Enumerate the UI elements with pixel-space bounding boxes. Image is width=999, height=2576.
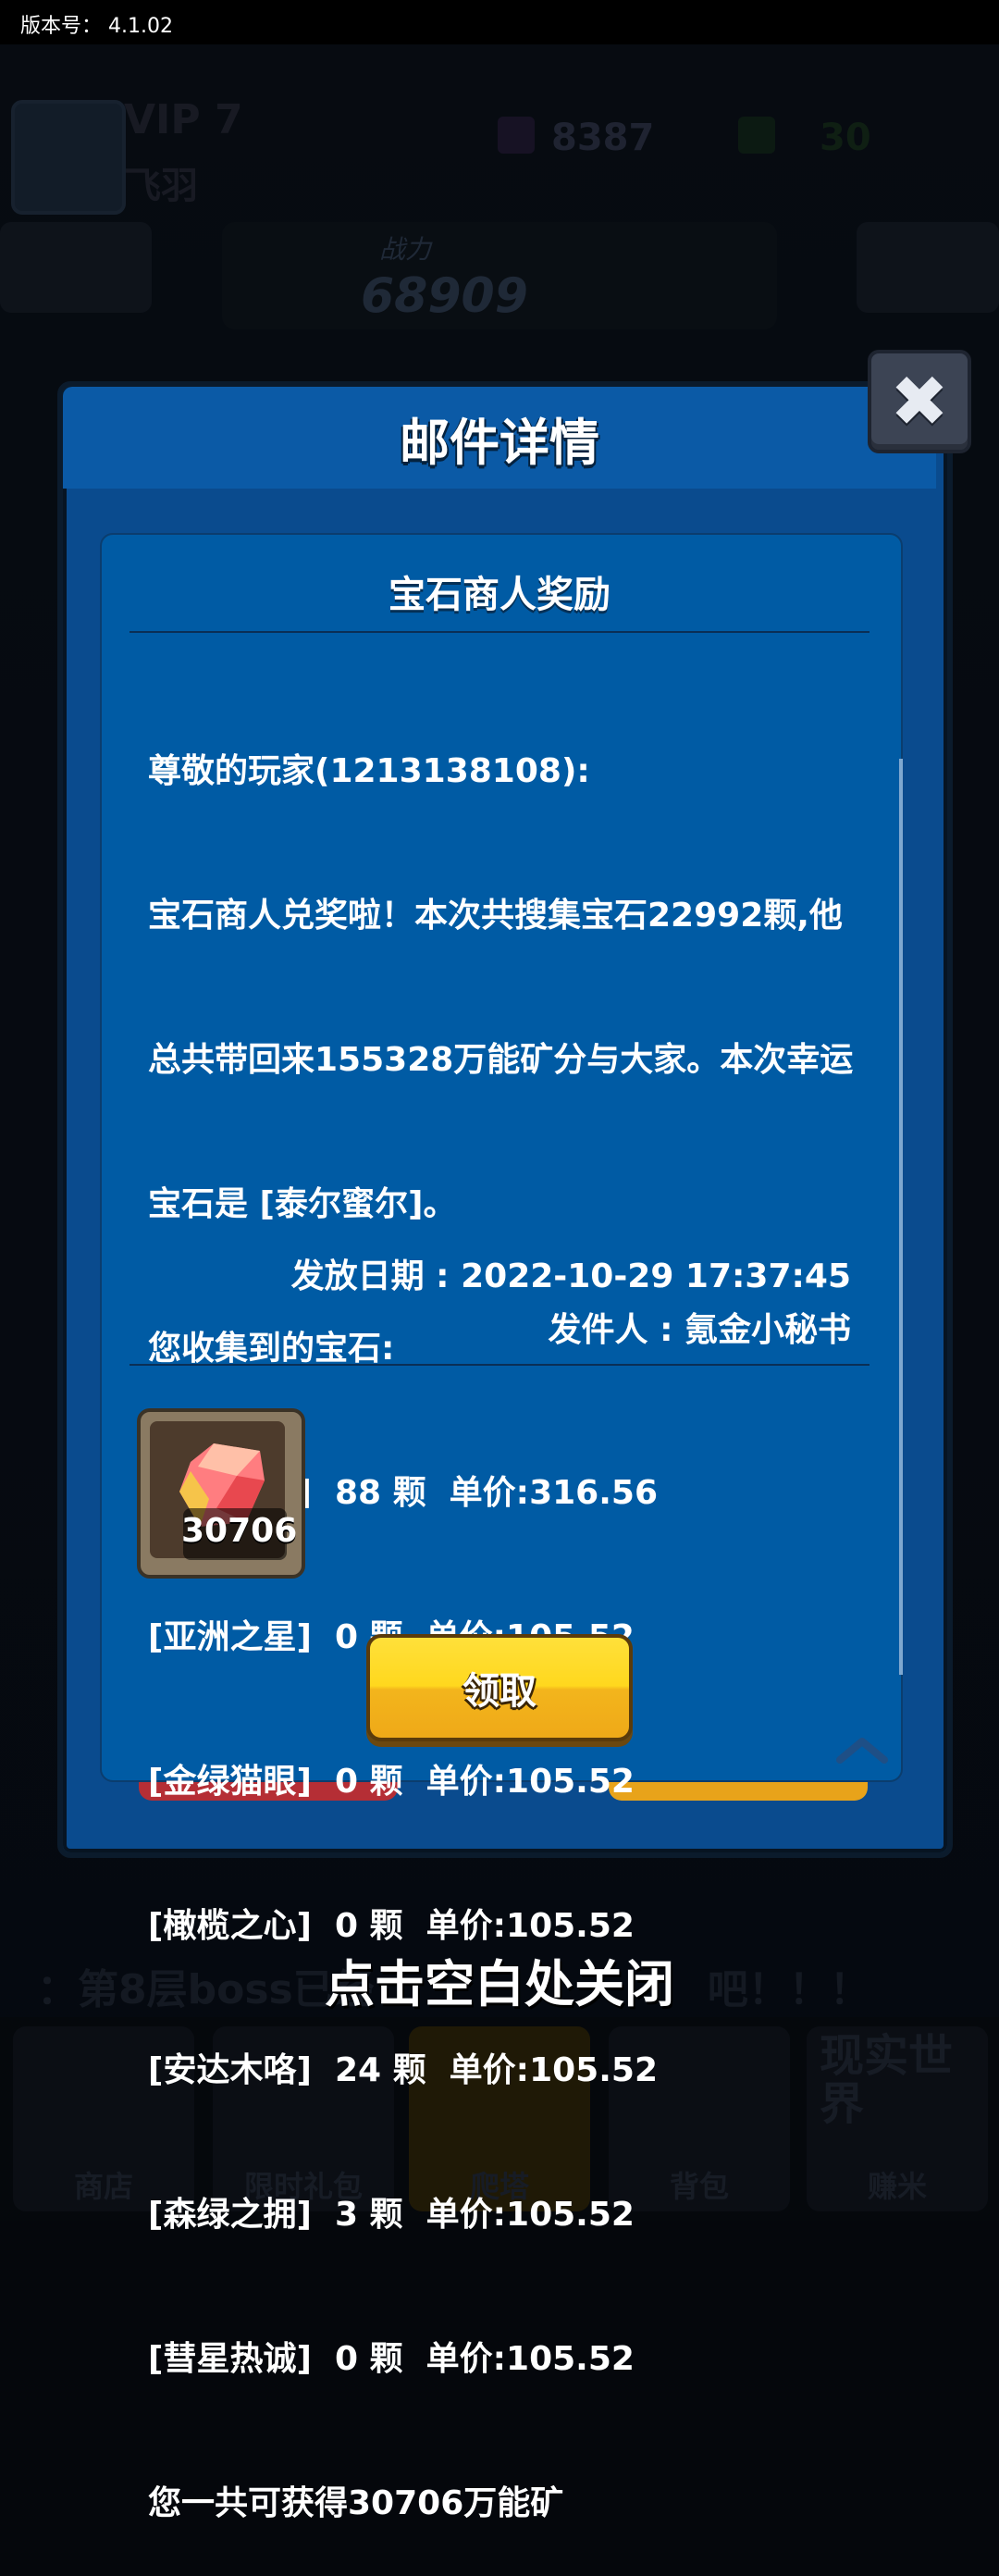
close-icon: ✖ <box>890 360 949 442</box>
close-button[interactable]: ✖ <box>868 350 971 453</box>
divider-top <box>130 631 870 633</box>
dialog-title: 邮件详情 <box>400 414 599 472</box>
body-line: [安达木咯] 24 颗 单价:105.52 <box>148 2051 658 2089</box>
mail-body: 尊敬的玩家(1213138108): 宝石商人兑奖啦！本次共搜集宝石22992颗… <box>148 651 854 2576</box>
body-line: [金绿猫眼] 0 颗 单价:105.52 <box>148 1763 635 1801</box>
scrollbar[interactable] <box>899 759 903 1675</box>
body-line: 您一共可获得30706万能矿 <box>148 2484 564 2522</box>
mail-date: 发放日期 : 2022-10-29 17:37:45 <box>290 1257 851 1295</box>
body-line: 尊敬的玩家(1213138108): <box>148 752 590 790</box>
body-line: [森绿之拥] 3 颗 单价:105.52 <box>148 2196 635 2234</box>
claim-label: 领取 <box>462 1670 536 1713</box>
version-label: 版本号： 4.1.02 <box>20 15 173 38</box>
close-hint: 点击空白处关闭 <box>325 1955 674 2013</box>
mail-title: 宝石商人奖励 <box>388 574 610 616</box>
divider-bottom <box>130 1364 870 1366</box>
attachment-count: 30706 <box>181 1512 298 1550</box>
status-bar: 版本号： 4.1.02 <box>0 0 999 44</box>
claim-button[interactable]: 领取 <box>366 1634 633 1741</box>
body-line: 宝石商人兑奖啦！本次共搜集宝石22992颗,他 <box>148 897 843 935</box>
chevron-up-icon[interactable] <box>836 1736 888 1764</box>
mail-sender: 发件人 : 氪金小秘书 <box>548 1311 851 1349</box>
body-line: 总共带回来155328万能矿分与大家。本次幸运 <box>148 1041 854 1079</box>
body-line: [彗星热诚] 0 颗 单价:105.52 <box>148 2340 635 2378</box>
body-line: 宝石是 [泰尔蜜尔]。 <box>148 1185 457 1223</box>
